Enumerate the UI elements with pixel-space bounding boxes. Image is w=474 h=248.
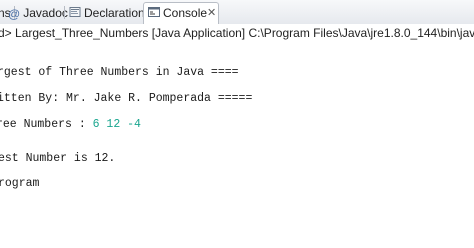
tab-javadoc-label: Javadoc	[23, 6, 68, 20]
javadoc-icon: @	[8, 6, 21, 21]
eclipse-console-window: ns @ Javadoc Declaration Console ✕ d> La…	[0, 0, 474, 248]
tab-declaration[interactable]: Declaration	[69, 3, 145, 23]
process-status-line: d> Largest_Three_Numbers [Java Applicati…	[0, 24, 474, 42]
console-line: ree Numbers : 6 12 -4	[0, 118, 141, 132]
tab-console-label: Console	[163, 6, 208, 20]
console-line: est Number is 12.	[0, 152, 116, 165]
tab-declaration-label: Declaration	[84, 6, 145, 20]
console-prompt-text: ree Numbers :	[0, 118, 93, 131]
view-tab-strip: ns @ Javadoc Declaration Console ✕	[0, 0, 474, 25]
console-line: itten By: Mr. Jake R. Pomperada =====	[0, 92, 253, 105]
declaration-icon	[69, 4, 81, 24]
tab-javadoc[interactable]: @ Javadoc	[8, 3, 68, 23]
console-line: rogram	[0, 177, 40, 190]
console-user-input: 6 12 -4	[92, 118, 141, 131]
tab-console[interactable]: Console ✕	[143, 2, 219, 24]
console-output-area[interactable]: rgest of Three Numbers in Java ==== itte…	[0, 44, 474, 248]
close-icon[interactable]: ✕	[207, 3, 216, 23]
tab-separator	[64, 6, 65, 19]
console-line: rgest of Three Numbers in Java ====	[0, 66, 239, 79]
console-icon	[148, 4, 160, 24]
